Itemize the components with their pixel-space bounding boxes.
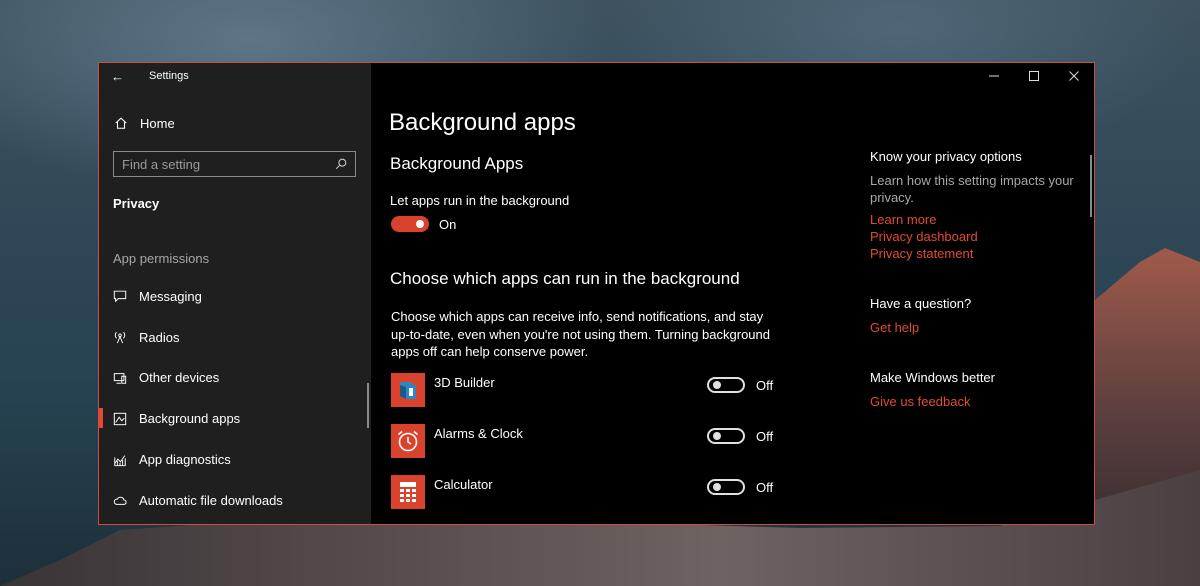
app-name: 3D Builder bbox=[434, 375, 495, 390]
3d-builder-icon bbox=[391, 373, 425, 407]
question-group: Have a question? Get help bbox=[870, 296, 1080, 336]
background-apps-icon bbox=[112, 411, 128, 427]
nav-home-label: Home bbox=[140, 115, 175, 131]
title-bar: ← Settings bbox=[99, 63, 371, 89]
content-pane: Background apps Background Apps Let apps… bbox=[371, 63, 1094, 524]
app-name: Calculator bbox=[434, 477, 493, 492]
page-title: Background apps bbox=[389, 109, 576, 136]
alarm-clock-icon bbox=[391, 424, 425, 458]
devices-icon bbox=[112, 370, 128, 386]
calculator-icon bbox=[391, 475, 425, 509]
search-box[interactable] bbox=[113, 151, 356, 177]
master-toggle-state: On bbox=[439, 216, 457, 232]
app-toggle-state: Off bbox=[756, 428, 774, 444]
sidebar: ← Settings Home Privacy App permissions … bbox=[99, 63, 371, 524]
master-toggle-row: On bbox=[391, 216, 456, 232]
section-heading: Choose which apps can run in the backgro… bbox=[390, 269, 740, 288]
home-icon bbox=[113, 115, 129, 131]
nav-home[interactable]: Home bbox=[113, 115, 175, 131]
sidebar-item-app-diagnostics[interactable]: App diagnostics bbox=[99, 439, 371, 480]
list-item: Calculator Off bbox=[391, 471, 775, 522]
app-toggle-state: Off bbox=[756, 479, 774, 495]
cloud-icon bbox=[112, 492, 128, 508]
app-toggle-row: Off bbox=[707, 479, 773, 495]
minimize-icon bbox=[989, 75, 999, 77]
sidebar-item-label: Messaging bbox=[139, 288, 202, 304]
learn-more-link[interactable]: Learn more bbox=[870, 211, 1080, 228]
app-name: Alarms & Clock bbox=[434, 426, 523, 441]
radio-tower-icon bbox=[112, 329, 128, 345]
feedback-group: Make Windows better Give us feedback bbox=[870, 370, 1080, 410]
sidebar-item-label: Background apps bbox=[139, 411, 241, 427]
app-toggle[interactable] bbox=[707, 428, 745, 444]
master-toggle[interactable] bbox=[391, 216, 429, 232]
sidebar-item-other-devices[interactable]: Other devices bbox=[99, 358, 371, 399]
section-description: Choose which apps can receive info, send… bbox=[391, 309, 770, 359]
content-scrollbar[interactable] bbox=[1090, 155, 1092, 217]
maximize-icon bbox=[1029, 71, 1039, 81]
back-arrow-icon[interactable]: ← bbox=[111, 69, 131, 84]
search-input[interactable] bbox=[122, 156, 333, 172]
maximize-button[interactable] bbox=[1014, 63, 1054, 89]
list-item: 3D Builder Off bbox=[391, 369, 775, 420]
privacy-dashboard-link[interactable]: Privacy dashboard bbox=[870, 228, 1080, 245]
list-item: Alarms & Clock Off bbox=[391, 420, 775, 471]
message-icon bbox=[112, 288, 128, 304]
close-icon bbox=[1069, 71, 1079, 81]
sidebar-item-automatic-file-downloads[interactable]: Automatic file downloads bbox=[99, 480, 371, 521]
app-toggle[interactable] bbox=[707, 479, 745, 495]
close-button[interactable] bbox=[1054, 63, 1094, 89]
app-toggle-state: Off bbox=[756, 377, 774, 393]
app-toggle[interactable] bbox=[707, 377, 745, 393]
window-controls bbox=[974, 63, 1094, 89]
setting-label: Let apps run in the background bbox=[390, 193, 570, 208]
privacy-options-group: Know your privacy options Learn how this… bbox=[870, 149, 1080, 262]
better-heading: Make Windows better bbox=[870, 370, 995, 385]
sidebar-item-label: Radios bbox=[139, 329, 180, 345]
minimize-button[interactable] bbox=[974, 63, 1014, 89]
app-list: 3D Builder Off Alarms & Clock Off Calcul… bbox=[391, 369, 775, 522]
privacy-heading: Know your privacy options bbox=[870, 149, 1022, 164]
get-help-link[interactable]: Get help bbox=[870, 319, 1080, 336]
related-panel: Know your privacy options Learn how this… bbox=[870, 149, 1080, 444]
privacy-statement-link[interactable]: Privacy statement bbox=[870, 245, 1080, 262]
feedback-link[interactable]: Give us feedback bbox=[870, 393, 1080, 410]
nav-list: Messaging Radios Other devices Backgroun… bbox=[99, 276, 371, 521]
sidebar-item-background-apps[interactable]: Background apps bbox=[99, 398, 371, 439]
diagnostics-icon bbox=[112, 452, 128, 468]
sidebar-item-messaging[interactable]: Messaging bbox=[99, 276, 371, 317]
sidebar-item-label: Automatic file downloads bbox=[139, 492, 283, 508]
question-heading: Have a question? bbox=[870, 296, 972, 311]
settings-window: ← Settings Home Privacy App permissions … bbox=[98, 62, 1095, 525]
app-toggle-row: Off bbox=[707, 377, 773, 393]
sidebar-item-label: App diagnostics bbox=[139, 452, 231, 468]
toggle-knob bbox=[713, 432, 721, 440]
toggle-knob bbox=[713, 483, 721, 491]
app-title: Settings bbox=[149, 70, 189, 82]
sidebar-item-radios[interactable]: Radios bbox=[99, 317, 371, 358]
sidebar-item-label: Other devices bbox=[139, 370, 220, 386]
section-heading: Background Apps bbox=[390, 154, 524, 173]
privacy-text: Learn how this setting impacts your priv… bbox=[870, 173, 1074, 205]
sidebar-scrollbar[interactable] bbox=[367, 383, 369, 428]
toggle-knob bbox=[713, 381, 721, 389]
search-icon[interactable] bbox=[333, 156, 349, 172]
section-title: Privacy bbox=[113, 196, 160, 211]
group-header: App permissions bbox=[113, 251, 210, 266]
toggle-knob bbox=[416, 220, 424, 228]
app-toggle-row: Off bbox=[707, 428, 773, 444]
